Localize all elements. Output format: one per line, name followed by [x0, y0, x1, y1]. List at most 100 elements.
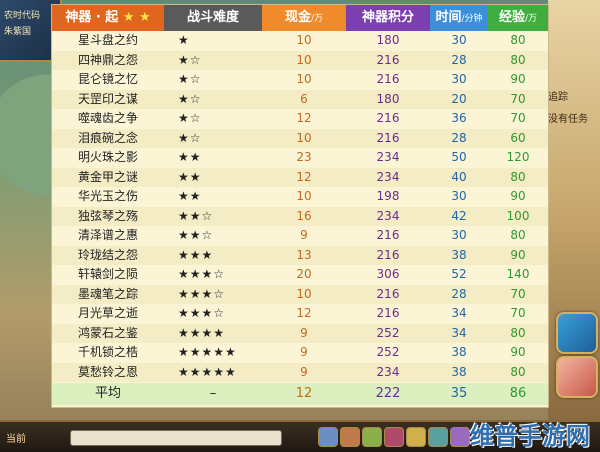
cell-difficulty: ★★★☆ [178, 306, 226, 320]
table-row: 莫愁铃之恩 ★★★★★ 9 234 38 80 [52, 362, 548, 382]
average-points: 222 [375, 386, 401, 401]
cell-time: 30 [451, 189, 467, 203]
cell-cash: 10 [296, 286, 312, 301]
cell-time: 42 [451, 208, 467, 223]
cell-exp: 80 [510, 364, 526, 379]
table-row: 天罡印之谋 ★☆ 6 180 20 70 [52, 89, 548, 109]
average-time: 35 [450, 386, 468, 401]
cell-points: 180 [376, 91, 400, 106]
cell-points: 216 [376, 228, 400, 242]
table-row: 墨魂笔之踪 ★★★☆ 10 216 28 70 [52, 284, 548, 304]
table-row: 星斗盘之约 ★ 10 180 30 80 [52, 31, 548, 51]
chat-input[interactable] [70, 430, 282, 446]
cell-points: 216 [376, 72, 400, 86]
cell-difficulty: ★★★☆ [178, 267, 226, 281]
cell-name: 轩辕剑之陨 [77, 267, 138, 281]
average-exp: 86 [509, 386, 527, 401]
cell-points: 306 [376, 267, 400, 281]
table-row: 独弦琴之殇 ★★☆ 16 234 42 100 [52, 206, 548, 226]
cell-exp: 100 [506, 208, 530, 223]
cell-exp: 80 [510, 325, 526, 340]
cell-time: 28 [451, 52, 467, 67]
cell-cash: 10 [296, 72, 312, 86]
table-row: 黄金甲之谜 ★★ 12 234 40 80 [52, 167, 548, 187]
cell-exp: 90 [510, 247, 526, 262]
cell-difficulty: ★☆ [178, 72, 202, 86]
cell-difficulty: ★☆ [178, 91, 202, 106]
average-cash: 12 [295, 386, 313, 401]
cell-difficulty: ★★★★ [178, 325, 226, 340]
cell-points: 216 [376, 306, 400, 320]
cell-points: 216 [376, 52, 400, 67]
chat-channel-label[interactable]: 当前 [6, 430, 26, 445]
cell-time: 38 [451, 364, 467, 379]
cell-name: 月光草之逝 [77, 306, 138, 320]
header-artifact-label: 神器 · 起 [65, 10, 119, 25]
toolbar-slot-3-icon[interactable] [362, 427, 382, 447]
toolbar-slot-7-icon[interactable] [450, 427, 470, 447]
cell-name: 天罡印之谋 [77, 91, 138, 106]
cell-name: 黄金甲之谜 [77, 169, 138, 184]
cell-points: 216 [376, 247, 400, 262]
cell-name: 墨魂笔之踪 [77, 286, 138, 301]
average-label: 平均 [94, 386, 121, 401]
header-artifact-stars: ★ ★ [122, 10, 151, 25]
toolbar-slot-5-icon[interactable] [406, 427, 426, 447]
cell-exp: 70 [510, 306, 526, 320]
cell-time: 20 [451, 91, 467, 106]
cell-time: 38 [451, 345, 467, 359]
cell-cash: 9 [300, 364, 308, 379]
cell-exp: 80 [510, 228, 526, 242]
cell-cash: 23 [296, 150, 312, 164]
table-row: 月光草之逝 ★★★☆ 12 216 34 70 [52, 304, 548, 324]
cell-points: 216 [376, 111, 400, 125]
toolbar-slot-1-icon[interactable] [318, 427, 338, 447]
cell-cash: 20 [296, 267, 312, 281]
cell-name: 昆仑镜之忆 [77, 72, 138, 86]
header-artifact: 神器 · 起 ★ ★ [52, 5, 164, 31]
cell-points: 234 [376, 208, 400, 223]
cell-difficulty: ★★★★★ [178, 364, 237, 379]
cell-exp: 80 [510, 52, 526, 67]
toolbar-slot-2-icon[interactable] [340, 427, 360, 447]
cell-difficulty: ★★★☆ [178, 286, 226, 301]
cell-cash: 13 [296, 247, 312, 262]
cell-exp: 90 [510, 345, 526, 359]
cell-name: 明火珠之影 [77, 150, 138, 164]
cell-difficulty: ★☆ [178, 52, 202, 67]
cell-points: 234 [376, 364, 400, 379]
header-exp-label: 经验 [498, 10, 525, 25]
cell-name: 华光玉之伤 [77, 189, 138, 203]
cell-name: 千机锁之梏 [77, 345, 138, 359]
cell-exp: 90 [510, 72, 526, 86]
cell-exp: 70 [510, 111, 526, 125]
cell-exp: 120 [506, 150, 530, 164]
activity-icon[interactable] [556, 312, 598, 354]
table-row: 清泽谱之惠 ★★☆ 9 216 30 80 [52, 226, 548, 246]
character-avatar-icon[interactable] [556, 356, 598, 398]
cell-name: 泪痕碗之念 [77, 130, 138, 145]
table-row: 明火珠之影 ★★ 23 234 50 120 [52, 148, 548, 168]
header-cash-unit: /万 [310, 14, 324, 24]
task-tracker-title[interactable]: 追踪 [548, 88, 568, 103]
table-header-row: 神器 · 起 ★ ★ 战斗难度 现金/万 神器积分 时间/分钟 经验/万 [52, 5, 548, 31]
header-cash: 现金/万 [262, 5, 346, 31]
cell-time: 30 [451, 33, 467, 47]
table-row: 昆仑镜之忆 ★☆ 10 216 30 90 [52, 70, 548, 90]
site-watermark: 维普手游网 [470, 422, 590, 450]
toolbar-slot-6-icon[interactable] [428, 427, 448, 447]
toolbar-slot-4-icon[interactable] [384, 427, 404, 447]
cell-exp: 70 [510, 91, 526, 106]
cell-difficulty: ★ [178, 33, 190, 47]
cell-cash: 6 [300, 91, 308, 106]
cell-cash: 16 [296, 208, 312, 223]
cell-exp: 70 [510, 286, 526, 301]
table-row: 噬魂齿之争 ★☆ 12 216 36 70 [52, 109, 548, 129]
cell-cash: 10 [296, 130, 312, 145]
table-row: 玲珑结之怨 ★★★ 13 216 38 90 [52, 245, 548, 265]
cell-exp: 90 [510, 189, 526, 203]
cell-name: 莫愁铃之恩 [77, 364, 138, 379]
header-exp-unit: /万 [524, 14, 538, 24]
cell-cash: 12 [296, 169, 312, 184]
cell-points: 180 [376, 33, 400, 47]
